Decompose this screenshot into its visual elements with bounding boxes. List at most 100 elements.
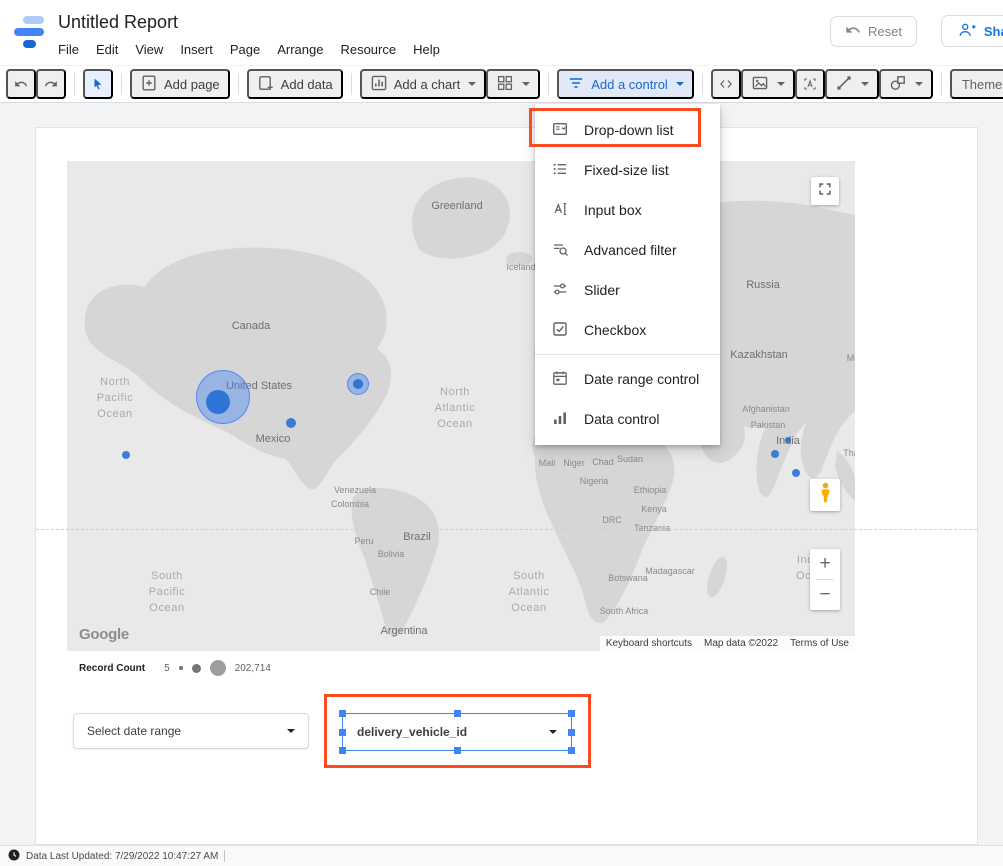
data-studio-logo[interactable] [14,15,48,49]
legend-medium-dot [192,664,201,673]
map-bubble [792,469,800,477]
map-data-copyright: Map data ©2022 [698,636,784,651]
menu-item-advanced-filter[interactable]: Advanced filter [535,230,720,270]
menu-item-drop-down-list[interactable]: Drop-down list [535,110,720,150]
menu-insert[interactable]: Insert [180,42,213,57]
reset-button[interactable]: Reset [830,16,917,47]
add-control-menu: Drop-down list Fixed-size list Input box… [535,104,720,445]
chevron-down-icon [549,730,557,734]
menu-item-label: Drop-down list [584,122,673,138]
add-chart-button[interactable]: Add a chart [360,69,487,99]
fullscreen-icon [817,181,833,202]
text-tool-button[interactable] [795,69,825,99]
theme-and-layout-button[interactable]: Theme and layout [950,69,1003,99]
bubble-size-legend: Record Count 5 202,714 [79,659,271,677]
menu-page[interactable]: Page [230,42,260,57]
add-a-control-button[interactable]: Add a control [557,69,694,99]
status-divider [224,850,225,862]
chevron-down-icon [468,82,476,86]
pegman-icon [818,481,833,509]
share-label: Share [984,24,1003,39]
app-header: Untitled Report File Edit View Insert Pa… [0,0,1003,65]
map-attribution: Keyboard shortcuts Map data ©2022 Terms … [600,636,855,651]
zoom-out-button[interactable]: − [810,580,840,610]
checkbox-icon [551,320,569,341]
selection-handle[interactable] [568,710,575,717]
toolbar-divider [74,73,75,95]
data-control-icon [551,409,569,430]
menu-item-date-range-control[interactable]: Date range control [535,359,720,399]
community-visualizations-button[interactable] [486,69,540,99]
input-box-icon [551,200,569,221]
fixed-size-list-icon [551,160,569,181]
toolbar-divider [702,73,703,95]
menu-item-label: Advanced filter [584,242,677,258]
map-bubble [785,437,791,443]
geo-bubble-map-chart[interactable]: GreenlandIcelandCanadaUnited StatesMexic… [67,161,855,651]
dropdown-list-control-selected[interactable]: delivery_vehicle_id [342,713,572,751]
map-bubble [286,418,296,428]
toolbar-divider [548,73,549,95]
selection-handle[interactable] [568,729,575,736]
selection-handle[interactable] [339,747,346,754]
add-chart-icon [370,74,388,95]
menu-arrange[interactable]: Arrange [277,42,323,57]
chevron-down-icon [287,729,295,733]
selection-handle[interactable] [339,729,346,736]
chevron-down-icon [777,82,785,86]
shape-icon [889,74,907,95]
report-title[interactable]: Untitled Report [58,12,178,33]
selection-handle[interactable] [568,747,575,754]
street-view-pegman-button[interactable] [810,479,840,511]
toolbar-divider [351,73,352,95]
image-tool-button[interactable] [741,69,795,99]
menu-resource[interactable]: Resource [340,42,396,57]
map-zoom-control: + − [810,549,840,610]
menu-file[interactable]: File [58,42,79,57]
toolbar-divider [238,73,239,95]
menu-item-input-box[interactable]: Input box [535,190,720,230]
add-page-icon [140,74,158,95]
menubar: File Edit View Insert Page Arrange Resou… [58,42,440,57]
menu-item-data-control[interactable]: Data control [535,399,720,439]
menu-edit[interactable]: Edit [96,42,118,57]
selection-handle[interactable] [454,747,461,754]
select-tool-button[interactable] [83,69,113,99]
theme-label: Theme and layout [962,77,1003,92]
dropdown-list-icon [551,120,569,141]
terms-of-use-link[interactable]: Terms of Use [784,636,855,651]
selection-handle[interactable] [454,710,461,717]
menu-item-label: Data control [584,411,659,427]
menu-item-fixed-size-list[interactable]: Fixed-size list [535,150,720,190]
image-icon [751,74,769,95]
menu-view[interactable]: View [135,42,163,57]
logo-bar [23,40,36,48]
menu-item-slider[interactable]: Slider [535,270,720,310]
legend-metric-label: Record Count [79,663,145,674]
menu-item-label: Fixed-size list [584,162,669,178]
keyboard-shortcuts-link[interactable]: Keyboard shortcuts [600,636,698,651]
date-range-control[interactable]: Select date range [73,713,309,749]
menu-divider [535,354,720,355]
share-button[interactable]: Share [941,15,1003,47]
menu-help[interactable]: Help [413,42,440,57]
map-fullscreen-button[interactable] [811,177,839,205]
legend-large-dot [210,660,226,676]
logo-bar [23,16,44,24]
add-page-button[interactable]: Add page [130,69,230,99]
dropdown-control-label: delivery_vehicle_id [357,725,467,739]
menu-item-label: Checkbox [584,322,646,338]
report-canvas[interactable]: GreenlandIcelandCanadaUnited StatesMexic… [35,127,978,845]
line-icon [835,74,853,95]
menu-item-checkbox[interactable]: Checkbox [535,310,720,350]
selection-handle[interactable] [339,710,346,717]
zoom-in-button[interactable]: + [810,549,840,579]
undo-button[interactable] [6,69,36,99]
embed-code-button[interactable] [711,69,741,99]
line-tool-button[interactable] [825,69,879,99]
shape-tool-button[interactable] [879,69,933,99]
redo-button[interactable] [36,69,66,99]
add-data-button[interactable]: Add data [247,69,343,99]
google-maps-logo: Google [79,626,129,643]
reset-undo-icon [845,22,861,41]
